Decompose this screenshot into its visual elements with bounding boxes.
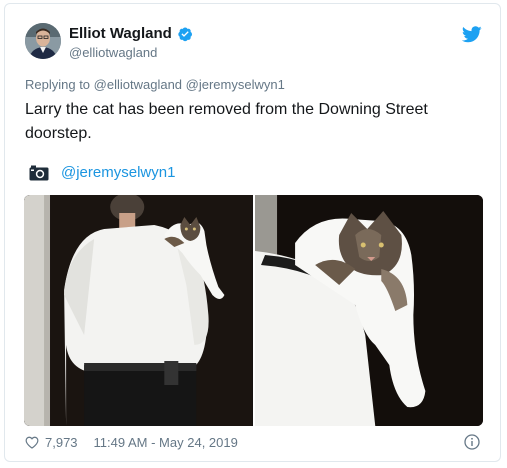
- avatar-image: [25, 23, 61, 59]
- like-count[interactable]: 7,973: [45, 435, 78, 450]
- tweet-card: Elliot Wagland @elliotwagland Replying t…: [4, 3, 501, 462]
- camera-icon: [29, 165, 49, 180]
- media-grid[interactable]: [24, 195, 483, 426]
- photo-2[interactable]: [254, 195, 483, 426]
- author-name[interactable]: Elliot Wagland: [69, 25, 172, 42]
- tweet-footer: 7,973 11:49 AM - May 24, 2019: [25, 435, 238, 450]
- reply-mentions[interactable]: @elliotwagland @jeremyselwyn1: [94, 77, 285, 92]
- verified-badge-icon: [178, 27, 192, 41]
- avatar[interactable]: [25, 23, 61, 59]
- media-credit-handle[interactable]: @jeremyselwyn1: [61, 164, 175, 181]
- reply-context: Replying to @elliotwagland @jeremyselwyn…: [25, 77, 285, 92]
- reply-prefix: Replying to: [25, 77, 91, 92]
- media-credit[interactable]: @jeremyselwyn1: [29, 164, 175, 181]
- photo-2-image: [254, 195, 483, 426]
- author-handle[interactable]: @elliotwagland: [69, 45, 157, 60]
- photo-1[interactable]: [24, 195, 253, 426]
- twitter-bird-icon[interactable]: [462, 26, 482, 43]
- tweet-timestamp[interactable]: 11:49 AM - May 24, 2019: [94, 435, 238, 450]
- info-icon[interactable]: [464, 434, 480, 450]
- tweet-text: Larry the cat has been removed from the …: [25, 101, 428, 142]
- photo-1-image: [24, 195, 253, 426]
- heart-icon[interactable]: [25, 436, 39, 449]
